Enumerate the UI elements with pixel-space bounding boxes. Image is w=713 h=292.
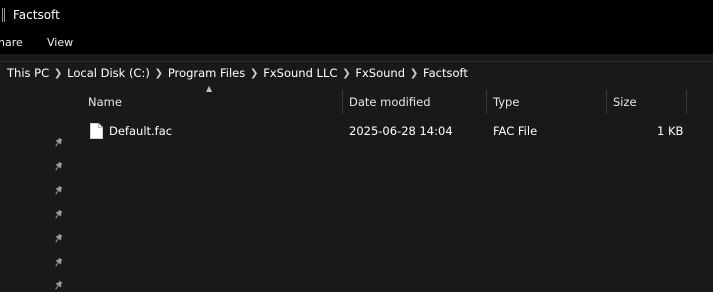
column-type[interactable]: Type [493,95,519,109]
breadcrumb-this-pc[interactable]: This PC [7,66,49,80]
column-size[interactable]: Size [613,95,637,109]
pin-icon[interactable] [52,233,64,245]
file-type: FAC File [493,124,538,138]
chevron-right-icon[interactable]: ❯ [245,68,263,79]
column-header: ▲ Name Date modified Type Size [70,84,713,114]
window-title: Factsoft [13,8,60,22]
chevron-right-icon[interactable]: ❯ [150,68,168,79]
column-divider[interactable] [486,90,487,114]
column-name[interactable]: Name [88,95,122,109]
breadcrumb-fxsound-llc[interactable]: FxSound LLC [263,66,337,80]
sort-up-icon: ▲ [206,84,213,93]
pin-icon[interactable] [52,257,64,269]
breadcrumb-local-disk[interactable]: Local Disk (C:) [67,66,150,80]
ribbon-tabs: hare View [0,32,713,54]
navigation-pane [0,84,70,290]
tab-view[interactable]: View [47,36,73,50]
file-name: Default.fac [109,124,173,138]
tab-share[interactable]: hare [0,36,23,50]
title-separator [2,8,5,22]
pin-icon[interactable] [52,137,64,149]
column-divider[interactable] [342,90,343,114]
chevron-right-icon[interactable]: ❯ [337,68,355,79]
chevron-right-icon[interactable]: ❯ [49,68,67,79]
column-divider[interactable] [686,90,687,114]
breadcrumb-program-files[interactable]: Program Files [168,66,245,80]
column-date-modified[interactable]: Date modified [349,95,431,109]
chevron-right-icon[interactable]: ❯ [405,68,423,79]
file-size: 1 KB [657,124,684,138]
pin-icon[interactable] [52,161,64,173]
breadcrumb: This PC ❯ Local Disk (C:) ❯ Program File… [7,65,468,81]
file-icon [90,123,103,139]
file-row[interactable]: Default.fac 2025-06-28 14:04 FAC File 1 … [70,120,713,142]
pin-icon[interactable] [52,209,64,221]
breadcrumb-fxsound[interactable]: FxSound [355,66,405,80]
pin-icon[interactable] [52,185,64,197]
title-bar: Factsoft [0,0,713,32]
column-divider[interactable] [606,90,607,114]
file-date-modified: 2025-06-28 14:04 [349,124,453,138]
breadcrumb-factsoft[interactable]: Factsoft [423,66,468,80]
address-bar[interactable]: This PC ❯ Local Disk (C:) ❯ Program File… [0,61,713,84]
pin-icon[interactable] [52,280,64,292]
